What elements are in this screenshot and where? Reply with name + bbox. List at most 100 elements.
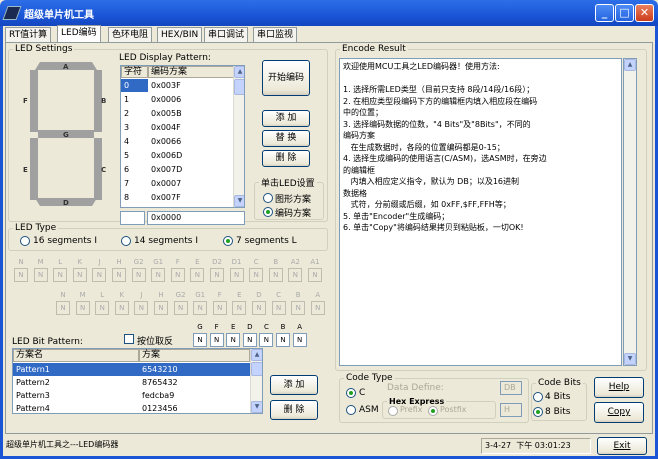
tab-serial-monitor[interactable]: 串口监视 — [253, 27, 298, 42]
hex-express-input[interactable]: H — [500, 403, 522, 417]
bit-position-input[interactable]: N — [209, 333, 224, 347]
bit-position-input[interactable]: N — [193, 301, 208, 315]
bit-position-input[interactable]: N — [92, 268, 107, 282]
scroll-up-icon[interactable]: ▲ — [251, 349, 262, 361]
bit-position-input[interactable]: N — [229, 268, 244, 282]
bit-position-input[interactable]: N — [53, 268, 68, 282]
encode-result-scrollbar[interactable]: ▲ ▼ — [623, 58, 637, 366]
scroll-thumb[interactable] — [234, 79, 244, 95]
bit-pattern-scrollbar[interactable]: ▲ ▼ — [250, 349, 262, 413]
pattern-row-code[interactable]: 0x0066 — [148, 135, 233, 148]
pattern-row-char[interactable]: 7 — [121, 177, 148, 190]
display-pattern-scrollbar[interactable]: ▲ ▼ — [233, 66, 244, 207]
code-scheme-radio[interactable] — [263, 207, 273, 217]
column-header-scheme[interactable]: 方案 — [139, 349, 250, 362]
segment-f[interactable] — [30, 70, 38, 132]
scroll-thumb[interactable] — [251, 362, 262, 376]
bit-position-input[interactable]: N — [259, 333, 274, 347]
tab-rt[interactable]: RT值计算 — [5, 27, 52, 42]
bit-pattern-row[interactable]: Pattern1 6543210 — [13, 363, 250, 376]
tab-resistor[interactable]: 色环电阻 — [108, 27, 153, 42]
pattern-row-char[interactable]: 1 — [121, 93, 148, 106]
title-bar[interactable]: 超级单片机工具 _ □ ✕ — [0, 0, 658, 26]
replace-button[interactable]: 替 换 — [262, 130, 310, 147]
bit-position-input[interactable]: N — [308, 268, 322, 282]
help-button[interactable]: Help — [594, 377, 644, 398]
pattern-row-char[interactable]: 2 — [121, 107, 148, 120]
maximize-button[interactable]: □ — [615, 4, 634, 22]
pattern-row-char[interactable]: 0 — [121, 79, 148, 92]
graphic-scheme-radio[interactable] — [263, 193, 273, 203]
pattern-row-code[interactable]: 0x006D — [148, 149, 233, 162]
pattern-row-code[interactable]: 0x004F — [148, 121, 233, 134]
scroll-down-icon[interactable]: ▼ — [234, 195, 244, 207]
bit-position-input[interactable]: N — [193, 333, 207, 347]
bit-position-input[interactable]: N — [310, 301, 325, 315]
bit-position-input[interactable]: N — [75, 301, 90, 315]
bit-position-input[interactable]: N — [131, 268, 146, 282]
bit-position-input[interactable]: N — [173, 301, 188, 315]
scroll-down-icon[interactable]: ▼ — [624, 353, 636, 365]
column-header-char[interactable]: 字符 — [121, 66, 148, 78]
pattern-row-code[interactable]: 0x0006 — [148, 93, 233, 106]
close-button[interactable]: ✕ — [635, 4, 654, 22]
segment-e[interactable] — [30, 138, 38, 200]
column-header-code[interactable]: 编码方案 — [148, 66, 234, 78]
4-bits-radio[interactable] — [533, 392, 543, 402]
bit-position-input[interactable]: N — [14, 268, 28, 282]
column-header-scheme-name[interactable]: 方案名 — [13, 349, 139, 362]
scroll-up-icon[interactable]: ▲ — [624, 59, 636, 71]
bit-pattern-row[interactable]: Pattern3 fedcba9 — [13, 389, 250, 402]
bit-pattern-list[interactable]: 方案名 方案 Pattern1 6543210 Pattern2 8765432 Pat… — [12, 348, 263, 414]
8-bits-radio[interactable] — [533, 407, 543, 417]
bit-position-input[interactable]: N — [226, 333, 241, 347]
copy-button[interactable]: Copy — [594, 402, 644, 423]
bit-position-input[interactable]: N — [210, 268, 224, 282]
bit-position-input[interactable]: N — [249, 268, 264, 282]
bit-position-input[interactable]: N — [112, 268, 126, 282]
bit-pattern-row[interactable]: Pattern4 0123456 — [13, 402, 250, 413]
bit-position-input[interactable]: N — [212, 301, 227, 315]
bit-pattern-row[interactable]: Pattern2 8765432 — [13, 376, 250, 389]
pattern-row-code[interactable]: 0x003F — [148, 79, 233, 92]
bit-position-input[interactable]: N — [190, 268, 205, 282]
pattern-row-char[interactable]: 3 — [121, 121, 148, 134]
scroll-up-icon[interactable]: ▲ — [234, 66, 244, 78]
start-encode-button[interactable]: 开始编码 — [262, 60, 310, 96]
bit-position-input[interactable]: N — [56, 301, 70, 315]
add-pattern-button[interactable]: 添 加 — [270, 375, 318, 395]
7-segments-radio[interactable] — [223, 236, 233, 246]
pattern-row-char[interactable]: 8 — [121, 191, 148, 204]
tab-led[interactable]: LED编码 — [57, 25, 101, 43]
tab-serial-debug[interactable]: 串口调试 — [204, 27, 249, 42]
display-pattern-list[interactable]: 字符 编码方案 0 0x003F 1 0x0006 2 0x005B 3 0x004F 4 0x0… — [120, 65, 245, 208]
bit-position-input[interactable]: N — [72, 268, 87, 282]
bit-position-input[interactable]: N — [232, 301, 247, 315]
pattern-row-code[interactable]: 0x007D — [148, 163, 233, 176]
bit-position-input[interactable]: N — [134, 301, 149, 315]
bit-position-input[interactable]: N — [271, 301, 286, 315]
add-button[interactable]: 添 加 — [262, 110, 310, 127]
pattern-row-code[interactable]: 0x005B — [148, 107, 233, 120]
encode-result-textarea[interactable]: 欢迎使用MCU工具之LED编码器！使用方法: 1. 选择所需LED类型（目前只支… — [339, 58, 622, 366]
pattern-row-code[interactable]: 0x0007 — [148, 177, 233, 190]
bit-position-input[interactable]: N — [242, 333, 257, 347]
bit-position-input[interactable]: N — [268, 268, 283, 282]
postfix-radio[interactable] — [428, 406, 438, 416]
bit-position-input[interactable]: N — [95, 301, 110, 315]
bit-position-input[interactable]: N — [154, 301, 168, 315]
reverse-bits-checkbox[interactable] — [124, 334, 134, 344]
bit-position-input[interactable]: N — [276, 333, 290, 347]
pattern-row-code[interactable]: 0x007F — [148, 191, 233, 204]
14-segments-radio[interactable] — [121, 236, 131, 246]
pattern-row-char[interactable]: 5 — [121, 149, 148, 162]
asm-language-radio[interactable] — [346, 405, 356, 415]
tab-hexbin[interactable]: HEX/BIN — [157, 27, 203, 42]
bit-position-input[interactable]: N — [288, 268, 303, 282]
bit-position-input[interactable]: N — [151, 268, 166, 282]
data-define-input[interactable]: DB — [500, 381, 522, 395]
bit-position-input[interactable]: N — [291, 301, 306, 315]
bit-position-input[interactable]: N — [114, 301, 129, 315]
scroll-down-icon[interactable]: ▼ — [251, 401, 262, 413]
pattern-row-char[interactable]: 6 — [121, 163, 148, 176]
